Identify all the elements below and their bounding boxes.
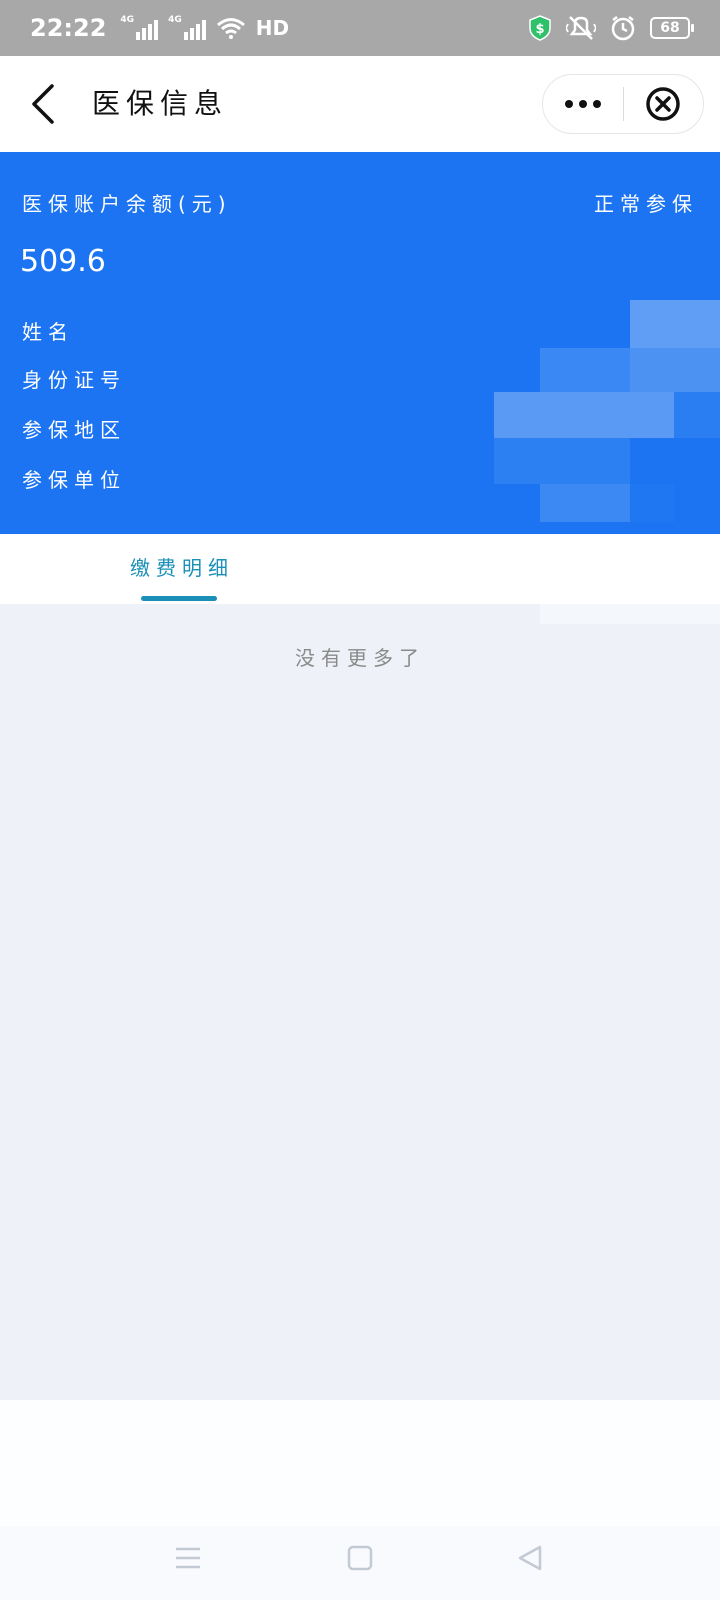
balance-label: 医保账户余额(元)	[22, 192, 232, 216]
home-key[interactable]	[346, 1544, 374, 1576]
balance-value: 509.6	[20, 244, 106, 279]
insured-employer-label: 参保单位	[22, 468, 126, 492]
system-navigation-bar	[0, 1526, 720, 1600]
battery-icon: 68	[650, 17, 694, 39]
hd-voice-label: HD	[255, 16, 290, 40]
active-tab-indicator	[141, 596, 217, 601]
more-dots-icon	[564, 100, 601, 108]
mute-vibrate-icon	[566, 16, 596, 40]
security-shield-icon: $	[529, 15, 551, 41]
chevron-left-icon	[32, 84, 54, 124]
alarm-icon	[611, 16, 635, 41]
account-card: 医保账户余额(元) 正常参保 509.6 姓名 身份证号 参保地区 参保单位	[0, 152, 720, 534]
signal-bars-icon	[183, 20, 206, 40]
menu-lines-icon	[176, 1547, 200, 1569]
status-left-icons: 4G 4G HD	[120, 16, 289, 40]
mini-program-capsule	[542, 74, 704, 134]
wifi-icon	[216, 18, 245, 39]
home-square-icon	[347, 1545, 373, 1571]
menu-key[interactable]	[174, 1544, 202, 1576]
close-circle-icon	[646, 87, 680, 121]
signal-bars-icon	[136, 20, 159, 40]
bottom-blank-area	[0, 1400, 720, 1526]
network-type-label: 4G	[120, 15, 135, 25]
mini-program-nav-bar: 医保信息	[0, 56, 720, 152]
id-number-label: 身份证号	[22, 368, 126, 392]
cellular-signal-1: 4G	[120, 15, 159, 40]
status-right-icons: $ 68	[528, 15, 694, 41]
network-type-label: 4G	[168, 15, 182, 25]
name-label: 姓名	[22, 320, 74, 344]
close-mini-program-button[interactable]	[624, 75, 704, 133]
insured-region-label: 参保地区	[22, 418, 126, 442]
cellular-signal-2: 4G	[168, 16, 206, 40]
page-title: 医保信息	[92, 87, 229, 120]
status-time: 22:22	[30, 14, 107, 42]
tab-strip: 缴费明细	[0, 534, 720, 604]
svg-text:$: $	[535, 22, 544, 37]
back-key[interactable]	[516, 1544, 544, 1576]
tab-payment-details[interactable]: 缴费明细	[130, 552, 234, 581]
no-more-data-hint: 没有更多了	[295, 646, 425, 670]
insurance-status-badge: 正常参保	[594, 192, 698, 216]
back-triangle-icon	[518, 1545, 542, 1571]
back-button[interactable]	[22, 80, 66, 128]
status-bar: 22:22 4G 4G HD $ 68	[0, 0, 720, 56]
more-options-button[interactable]	[543, 75, 623, 133]
